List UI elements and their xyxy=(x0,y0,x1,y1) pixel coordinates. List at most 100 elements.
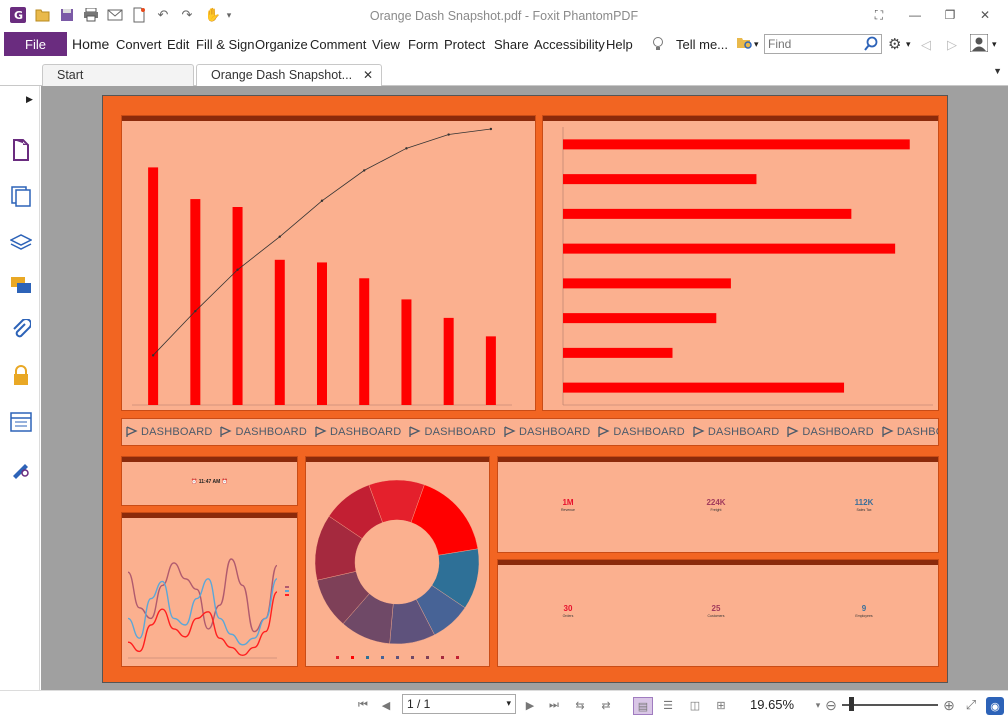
minimize-button[interactable]: — xyxy=(902,4,928,26)
menu-view[interactable]: View xyxy=(372,37,400,52)
search-dropdown-chevron-icon[interactable]: ▾ xyxy=(754,39,759,50)
pdf-page: DASHBOARD DASHBOARD DASHBOARD DASHBOARD DASH… xyxy=(102,95,948,683)
comments-icon[interactable] xyxy=(9,274,33,298)
menu-share[interactable]: Share xyxy=(494,37,529,52)
page-thumbnails-icon[interactable] xyxy=(9,138,33,162)
first-page-icon[interactable]: ⏮ xyxy=(355,697,371,713)
legend-swatch xyxy=(285,590,289,592)
menu-edit[interactable]: Edit xyxy=(167,37,189,52)
layers-icon[interactable] xyxy=(9,230,33,254)
security-lock-icon[interactable] xyxy=(9,364,33,388)
zoom-out-icon[interactable]: ⊖ xyxy=(823,697,839,713)
legend-swatch xyxy=(441,656,444,659)
settings-gear-icon[interactable]: ⚙ xyxy=(888,35,901,53)
combo-chart xyxy=(132,127,512,406)
search-folder-icon[interactable] xyxy=(736,35,754,54)
search-icon[interactable] xyxy=(863,36,879,55)
menu-protect[interactable]: Protect xyxy=(444,37,485,52)
feedback-icon[interactable]: ◉ xyxy=(986,697,1004,715)
menu-accessibility[interactable]: Accessibility xyxy=(534,37,605,52)
tab-document[interactable]: Orange Dash Snapshot... ✕ xyxy=(196,64,382,87)
clock-panel: ⏰ 11:47 AM ⏰ xyxy=(121,456,298,506)
zoom-in-icon[interactable]: ⊕ xyxy=(941,697,957,713)
fullscreen-icon[interactable]: ⛶ xyxy=(866,4,892,26)
bar xyxy=(485,336,496,405)
next-view-icon[interactable]: ⇄ xyxy=(598,697,614,713)
dashboard-banner: DASHBOARD DASHBOARD DASHBOARD DASHBOARD DASH… xyxy=(121,418,939,446)
fit-page-icon[interactable]: ⤢ xyxy=(963,697,979,713)
close-tab-icon[interactable]: ✕ xyxy=(363,68,373,82)
banner-label: DASHBOARD xyxy=(424,426,496,438)
tab-document-label: Orange Dash Snapshot... xyxy=(211,68,353,82)
bookmarks-icon[interactable] xyxy=(9,184,33,208)
continuous-facing-view-icon[interactable]: ⊞ xyxy=(713,697,729,713)
banner-label: DASHBOARD xyxy=(235,426,307,438)
banner-item: DASHBOARD xyxy=(882,426,938,438)
previous-icon[interactable]: ◁ xyxy=(921,37,931,53)
previous-page-icon[interactable]: ◀ xyxy=(378,697,394,713)
window-title: Orange Dash Snapshot.pdf - Foxit Phantom… xyxy=(369,9,639,23)
series-line xyxy=(127,558,278,633)
banner-item: DASHBOARD xyxy=(787,426,874,438)
line-chart-panel xyxy=(121,512,298,667)
next-icon[interactable]: ▷ xyxy=(947,37,957,53)
page-number: 1 / 1 xyxy=(407,697,431,711)
menu-form[interactable]: Form xyxy=(408,37,438,52)
file-menu-button[interactable]: File xyxy=(4,32,67,56)
close-button[interactable]: ✕ xyxy=(972,4,998,26)
last-page-icon[interactable]: ⏭ xyxy=(546,697,562,713)
menu-fill-sign[interactable]: Fill & Sign xyxy=(196,37,255,52)
zoom-slider-handle[interactable] xyxy=(849,697,854,711)
content-icon[interactable] xyxy=(9,410,33,434)
banner-label: DASHBOARD xyxy=(896,426,938,438)
facing-view-icon[interactable]: ◫ xyxy=(687,697,703,713)
clock-time: 11:47 AM xyxy=(198,479,221,485)
kpi-label: Employees xyxy=(855,614,873,618)
flag-icon xyxy=(598,426,611,437)
banner-item: DASHBOARD xyxy=(693,426,779,438)
bar xyxy=(563,278,731,289)
continuous-view-icon[interactable]: ☰ xyxy=(660,697,676,713)
tell-me-input[interactable]: Tell me... xyxy=(676,37,728,52)
bar xyxy=(359,278,370,405)
bar xyxy=(563,243,896,254)
user-account-icon[interactable] xyxy=(969,33,989,55)
account-chevron-icon[interactable]: ▾ xyxy=(992,39,997,50)
banner-label: DASHBOARD xyxy=(802,426,874,438)
attachments-icon[interactable] xyxy=(9,318,33,342)
navigation-panel: ▶ xyxy=(0,86,43,690)
horizontal-bar-chart xyxy=(562,127,933,406)
kpi-card: 30 Orders xyxy=(528,604,608,618)
tab-list-chevron-icon[interactable]: ▼ xyxy=(993,66,1002,76)
panel-header xyxy=(498,560,938,565)
expand-panel-icon[interactable]: ▶ xyxy=(26,94,33,105)
menu-home[interactable]: Home xyxy=(72,36,109,52)
flag-icon xyxy=(882,426,894,437)
menu-comment[interactable]: Comment xyxy=(310,37,366,52)
kpi-label: Customers xyxy=(707,614,725,618)
zoom-slider-track[interactable] xyxy=(842,704,938,706)
bar xyxy=(232,207,243,405)
signatures-icon[interactable] xyxy=(9,456,33,480)
page-selector[interactable]: 1 / 1 ▾ xyxy=(402,694,516,714)
tab-start[interactable]: Start xyxy=(42,64,194,86)
next-page-icon[interactable]: ▶ xyxy=(522,697,538,713)
menu-organize[interactable]: Organize xyxy=(255,37,308,52)
menu-help[interactable]: Help xyxy=(606,37,633,52)
status-bar: ⏮ ◀ 1 / 1 ▾ ▶ ⏭ ⇆ ⇄ ▤ ☰ ◫ ⊞ 19.65% ▾ ⊖ ⊕… xyxy=(0,690,1008,718)
settings-chevron-icon[interactable]: ▾ xyxy=(906,39,911,50)
menu-convert[interactable]: Convert xyxy=(116,37,162,52)
kpi-panel-counts: 30 Orders 25 Customers 9 Employees xyxy=(497,559,939,667)
previous-view-icon[interactable]: ⇆ xyxy=(572,697,588,713)
page-selector-chevron-icon[interactable]: ▾ xyxy=(506,698,511,709)
single-page-view-icon[interactable]: ▤ xyxy=(633,697,653,715)
find-field[interactable] xyxy=(764,34,882,54)
find-input[interactable] xyxy=(765,35,861,53)
restore-button[interactable]: ❐ xyxy=(937,4,963,26)
document-viewport[interactable]: DASHBOARD DASHBOARD DASHBOARD DASHBOARD DASH… xyxy=(41,86,1008,690)
zoom-level[interactable]: 19.65% xyxy=(750,697,794,712)
donut-slice xyxy=(410,484,479,556)
legend-swatch xyxy=(285,586,289,588)
flag-icon xyxy=(220,426,233,437)
banner-label: DASHBOARD xyxy=(141,426,213,438)
